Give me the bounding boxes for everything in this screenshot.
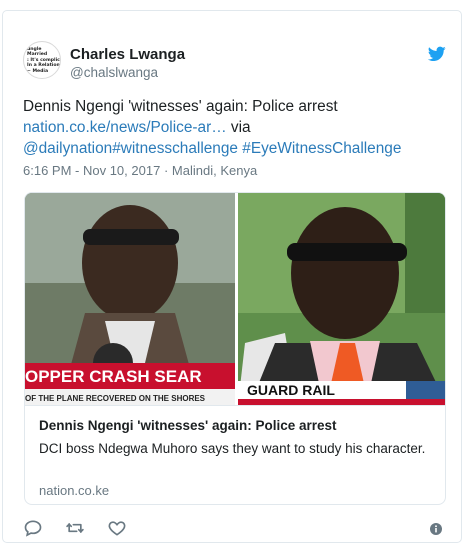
card-image: OPPER CRASH SEAR OF THE PLANE RECOVERED … [25, 193, 445, 405]
card-title: Dennis Ngengi 'witnesses' again: Police … [39, 418, 337, 433]
card-description: DCI boss Ndegwa Muhoro says they want to… [39, 441, 426, 456]
banner-right: GUARD RAIL [247, 382, 335, 398]
tweet-text-lead: Dennis Ngengi 'witnesses' again: Police … [23, 98, 338, 115]
retweet-icon[interactable] [65, 518, 85, 538]
ticker-left: OF THE PLANE RECOVERED ON THE SHORES [25, 394, 206, 403]
author-screen-name[interactable]: @chalslwanga [70, 65, 158, 80]
avatar[interactable]: ungle Married : It's complicate In a Rel… [23, 41, 61, 79]
twitter-bird-icon[interactable] [428, 46, 446, 62]
tweet-timestamp[interactable]: 6:16 PM - Nov 10, 2017 [23, 163, 160, 178]
tweet-link[interactable]: nation.co.ke/news/Police-ar… [23, 119, 227, 136]
tweet-meta: 6:16 PM - Nov 10, 2017 · Malindi, Kenya [23, 163, 257, 178]
meta-separator: · [163, 163, 169, 178]
tweet-text: Dennis Ngengi 'witnesses' again: Police … [23, 96, 443, 159]
tweet-via: via [226, 119, 251, 136]
card-domain: nation.co.ke [39, 483, 110, 498]
card-body: Dennis Ngengi 'witnesses' again: Police … [25, 405, 445, 504]
tweet-location[interactable]: Malindi, Kenya [172, 163, 257, 178]
hashtag-witnesschallenge[interactable]: #witnesschallenge [112, 140, 238, 157]
info-icon[interactable] [430, 523, 442, 535]
reply-icon[interactable] [23, 518, 43, 538]
heart-icon[interactable] [107, 518, 127, 538]
link-card[interactable]: OPPER CRASH SEAR OF THE PLANE RECOVERED … [24, 192, 446, 505]
tweet-actions [3, 518, 463, 542]
mention-dailynation[interactable]: @dailynation [23, 140, 112, 157]
hashtag-eyewitnesschallenge[interactable]: #EyeWitnessChallenge [242, 140, 401, 157]
author-display-name[interactable]: Charles Lwanga [70, 46, 185, 63]
banner-left: OPPER CRASH SEAR [25, 367, 202, 386]
embedded-tweet: ungle Married : It's complicate In a Rel… [2, 10, 462, 543]
avatar-text: ungle Married : It's complicate In a Rel… [27, 47, 61, 74]
